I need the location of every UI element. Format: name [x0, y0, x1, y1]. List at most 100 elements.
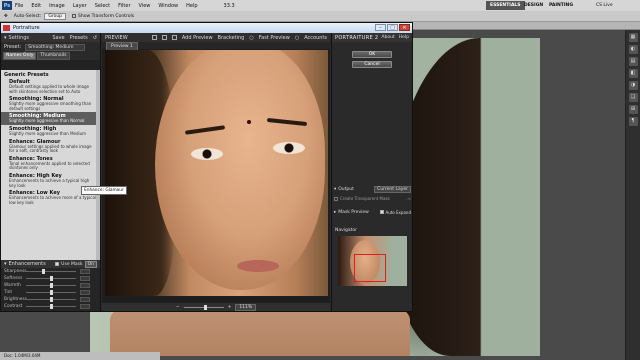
zoom-slider-knob[interactable]: [203, 304, 207, 310]
slider-track[interactable]: [26, 276, 76, 281]
auto-expand-checkbox[interactable]: [380, 210, 385, 214]
enhancements-on-toggle[interactable]: On: [84, 260, 97, 268]
auto-expand-label: Auto Expand: [385, 209, 411, 215]
ok-button[interactable]: OK: [352, 51, 392, 58]
slider-knob[interactable]: [49, 290, 53, 295]
slider-value-field[interactable]: [80, 283, 90, 288]
slider-knob[interactable]: [49, 297, 53, 302]
zoom-value[interactable]: 111%: [235, 303, 257, 311]
slider-knob[interactable]: [49, 304, 53, 309]
workspace-painting[interactable]: PAINTING: [545, 1, 577, 10]
slider-row-contrast: Contrast: [1, 303, 100, 310]
split-horizontal-icon[interactable]: [171, 35, 177, 40]
history-icon[interactable]: ▦: [628, 33, 638, 42]
accounts-radio-icon[interactable]: ○: [295, 35, 299, 41]
tab-thumbnails[interactable]: Thumbnails: [37, 52, 70, 60]
create-transparent-checkbox[interactable]: [334, 196, 338, 201]
slider-value-field[interactable]: [80, 276, 90, 281]
menu-image[interactable]: Image: [49, 3, 65, 9]
show-transform-checkbox[interactable]: [72, 14, 77, 18]
maximize-button[interactable]: □: [387, 24, 398, 31]
about-link[interactable]: About: [381, 35, 394, 40]
slider-knob[interactable]: [49, 276, 53, 281]
output-collapse-icon[interactable]: ▾: [334, 187, 336, 192]
channels-icon[interactable]: ⊞: [628, 105, 638, 114]
color-icon[interactable]: ◐: [628, 45, 638, 54]
cancel-button[interactable]: Cancel: [352, 61, 392, 68]
right-header: PORTRAITURE 2 About Help: [332, 33, 412, 42]
fast-preview-radio-icon[interactable]: ○: [249, 35, 253, 41]
preset-item-smoothing-medium[interactable]: Smoothing: Medium Slightly more aggressi…: [1, 112, 100, 125]
reset-icon[interactable]: ↺: [93, 35, 97, 41]
menu-edit[interactable]: Edit: [31, 3, 41, 9]
slider-knob[interactable]: [42, 269, 46, 274]
bracketing-button[interactable]: Bracketing: [218, 35, 245, 41]
output-dropdown[interactable]: Current Layer: [374, 185, 411, 193]
zoom-slider[interactable]: [183, 304, 224, 310]
presets-button[interactable]: Presets: [70, 35, 88, 41]
menu-file[interactable]: File: [15, 3, 23, 9]
layers-icon[interactable]: ❏: [628, 93, 638, 102]
menu-window[interactable]: Window: [158, 3, 178, 9]
workspace-essentials[interactable]: ESSENTIALS: [486, 1, 525, 10]
slider-track[interactable]: [26, 283, 76, 288]
menu-help[interactable]: Help: [186, 3, 197, 9]
preset-dropdown[interactable]: Smoothing: Medium: [25, 43, 86, 51]
enhancements-collapse-icon[interactable]: ▾: [4, 261, 7, 267]
zoom-out-icon[interactable]: −: [176, 305, 180, 310]
preset-item-smoothing-high[interactable]: Smoothing: High Slightly more aggressive…: [1, 125, 100, 138]
move-tool-icon[interactable]: ✥: [4, 14, 8, 19]
navigator-thumbnail[interactable]: [338, 236, 407, 286]
workspace-design[interactable]: DESIGN: [520, 1, 547, 10]
swatches-icon[interactable]: ▤: [628, 57, 638, 66]
auto-select-dropdown[interactable]: Group: [44, 12, 67, 20]
slider-value-field[interactable]: [80, 269, 90, 274]
add-preview-button[interactable]: Add Preview: [182, 35, 213, 41]
slider-track[interactable]: [26, 290, 76, 295]
zoom-readout[interactable]: 33.3: [224, 3, 235, 9]
menu-layer[interactable]: Layer: [73, 3, 87, 9]
menu-select[interactable]: Select: [95, 3, 110, 9]
close-button[interactable]: ✕: [399, 24, 410, 31]
enhancements-panel: ▾ Enhancements Use Mask On Sharpness Soft…: [1, 260, 100, 311]
settings-panel: ▾ Settings Save Presets ↺ Preset: Smooth…: [1, 33, 101, 311]
slider-value-field[interactable]: [80, 304, 90, 309]
menu-filter[interactable]: Filter: [118, 3, 130, 9]
minimize-button[interactable]: –: [375, 24, 386, 31]
preset-item-enhance-tones[interactable]: Enhance: Tones Tonal enhancements applie…: [1, 155, 100, 172]
single-view-icon[interactable]: [151, 35, 157, 40]
preset-list-scrollbar[interactable]: [96, 70, 100, 260]
cs-live-button[interactable]: CS Live: [592, 1, 617, 10]
zoom-in-icon[interactable]: +: [228, 305, 232, 310]
warning-icon: ⚠: [407, 196, 411, 201]
mask-preview-collapse-icon[interactable]: ▸: [334, 210, 336, 215]
slider-value-field[interactable]: [80, 297, 90, 302]
navigator-viewport-frame[interactable]: [354, 254, 386, 282]
portraiture-app-icon: [3, 25, 10, 31]
preview-panel: PREVIEW Add Preview Bracketing ○ Fast Pr…: [102, 33, 330, 311]
styles-icon[interactable]: ◧: [628, 69, 638, 78]
preset-list: Generic Presets Default Default settings…: [1, 70, 100, 260]
help-link[interactable]: Help: [399, 35, 409, 40]
slider-label: Sharpness: [4, 269, 27, 274]
slider-knob[interactable]: [49, 283, 53, 288]
tab-names-only[interactable]: Names Only: [3, 52, 37, 60]
settings-collapse-icon[interactable]: ▾: [4, 35, 7, 41]
split-vertical-icon[interactable]: [161, 35, 167, 40]
preset-item-default[interactable]: Default Default settings applied to whol…: [1, 78, 100, 95]
slider-track[interactable]: [26, 297, 76, 302]
use-mask-checkbox[interactable]: [55, 262, 60, 266]
preset-item-smoothing-normal[interactable]: Smoothing: Normal Slightly more aggressi…: [1, 95, 100, 112]
save-button[interactable]: Save: [52, 35, 64, 41]
adjustments-icon[interactable]: ◑: [628, 81, 638, 90]
paths-icon[interactable]: ¶: [628, 117, 638, 126]
slider-track[interactable]: [26, 269, 76, 274]
slider-value-field[interactable]: [80, 290, 90, 295]
preview-image[interactable]: [105, 50, 328, 296]
preset-desc: Default settings applied to whole image …: [9, 84, 89, 94]
slider-track[interactable]: [26, 304, 76, 309]
menu-view[interactable]: View: [139, 3, 151, 9]
lips: [237, 260, 279, 272]
preset-item-enhance-glamour[interactable]: Enhance: Glamour Glamour settings applie…: [1, 138, 100, 155]
preset-tooltip: Enhance: Glamour: [81, 186, 127, 195]
